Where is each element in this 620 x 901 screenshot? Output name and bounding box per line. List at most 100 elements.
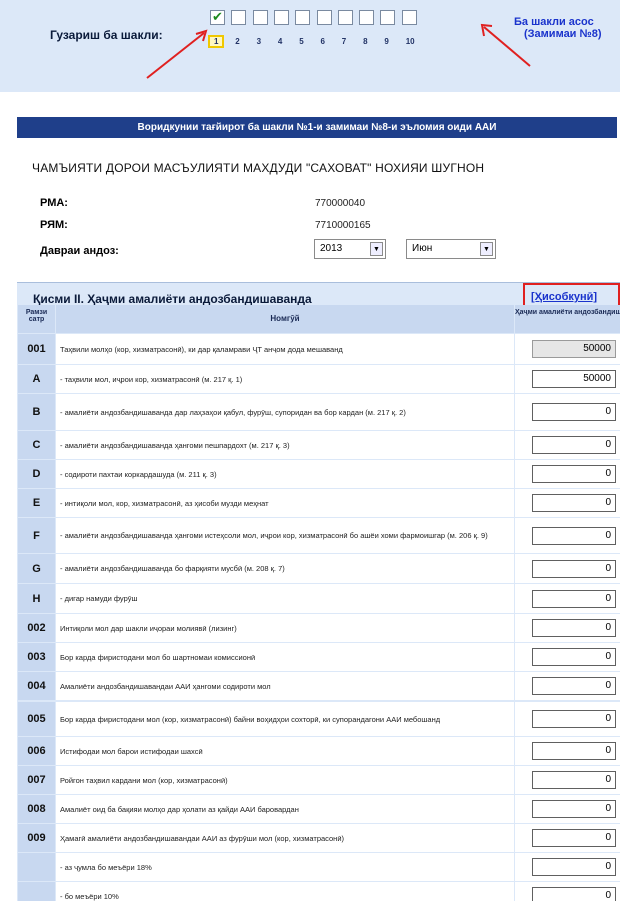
row-value-input[interactable]: 0	[532, 436, 616, 454]
row-value-input[interactable]: 0	[532, 527, 616, 545]
month-select[interactable]: Июн ▼	[406, 239, 496, 259]
table-row: 002 Интиқоли мол дар шакли иҷораи молиявӣ…	[18, 614, 620, 642]
row-name: Амалиёти андозбандишавандаи ААИ ҳангоми …	[56, 672, 514, 700]
row-value-input[interactable]: 0	[532, 403, 616, 421]
table-row: 009 Ҳамагӣ амалиёти андозбандишавандаи АА…	[18, 824, 620, 852]
form-nav-label: Гузариш ба шакли:	[50, 28, 163, 42]
row-name: - содироти пахтаи коркардашуда (м. 211 қ…	[56, 460, 514, 488]
page-checkbox-6[interactable]	[316, 10, 332, 25]
row-value-cell: 0	[515, 460, 620, 488]
row-value-input[interactable]: 0	[532, 742, 616, 760]
row-name: Интиқоли мол дар шакли иҷораи молиявӣ (л…	[56, 614, 514, 642]
page-number-8[interactable]: 8	[363, 37, 367, 46]
row-value-input[interactable]: 50000	[532, 370, 616, 388]
row-code: D	[18, 460, 55, 488]
page-checkbox-4[interactable]	[273, 10, 289, 25]
row-value-cell: 0	[515, 554, 620, 583]
row-value-cell: 0	[515, 518, 620, 553]
row-value-input[interactable]: 0	[532, 619, 616, 637]
row-value-cell: 0	[515, 584, 620, 613]
row-code: H	[18, 584, 55, 613]
row-value-input[interactable]: 0	[532, 771, 616, 789]
page-checkbox-9[interactable]	[380, 10, 396, 25]
table-row: 001 Таҳвили молҳо (кор, хизматрасонӣ), ки…	[18, 334, 620, 364]
table-row: F- амалиёти андозбандишаванда ҳангоми ис…	[18, 518, 620, 553]
row-value-cell: 0	[515, 614, 620, 642]
row-name: - интиқоли мол, кор, хизматрасонӣ, аз ҳи…	[56, 489, 514, 517]
row-value-input[interactable]: 0	[532, 494, 616, 512]
month-select-value: Июн	[412, 243, 433, 254]
row-code	[18, 853, 55, 881]
calculate-button-label[interactable]: [Ҳисобкунӣ]	[531, 291, 597, 303]
table-row: 005 Бор карда фиристодани мол (кор, хизма…	[18, 702, 620, 736]
company-name: ЧАМЪИЯТИ ДОРОИ МАСЪУЛИЯТИ МАХДУДИ "САХОВ…	[32, 161, 485, 175]
rya-value: 7710000165	[315, 220, 371, 231]
row-code: F	[18, 518, 55, 553]
row-value-input[interactable]: 0	[532, 858, 616, 876]
table-row: 008 Амалиёт оид ба бақияи молҳо дар ҳолат…	[18, 795, 620, 823]
page-number-5[interactable]: 5	[299, 37, 303, 46]
main-form-link-line2[interactable]: (Замимаи №8)	[514, 28, 602, 40]
page-number-4[interactable]: 4	[278, 37, 282, 46]
row-code: 002	[18, 614, 55, 642]
page-number-2[interactable]: 2	[235, 37, 239, 46]
table-row: D- содироти пахтаи коркардашуда (м. 211 …	[18, 460, 620, 488]
row-name: - таҳвили мол, иҷрои кор, хизматрасонӣ (…	[56, 365, 514, 393]
chevron-down-icon[interactable]: ▼	[370, 242, 383, 256]
row-value-cell: 50000	[515, 334, 620, 364]
page-number-7[interactable]: 7	[342, 37, 346, 46]
table-row: C- амалиёти андозбандишаванда ҳангоми пе…	[18, 431, 620, 459]
row-value-input[interactable]: 0	[532, 829, 616, 847]
row-value-input[interactable]: 0	[532, 800, 616, 818]
row-value-cell: 0	[515, 737, 620, 765]
row-value-cell: 0	[515, 702, 620, 736]
page-number-10[interactable]: 10	[406, 37, 415, 46]
year-select[interactable]: 2013 ▼	[314, 239, 386, 259]
table-row: G- амалиёти андозбандишаванда бо фарқият…	[18, 554, 620, 583]
page-checkbox-3[interactable]	[252, 10, 268, 25]
row-value-input[interactable]: 0	[532, 465, 616, 483]
page-checkbox-2[interactable]	[231, 10, 247, 25]
page-checkbox-8[interactable]	[359, 10, 375, 25]
row-name: - амалиёти андозбандишаванда ҳангоми пеш…	[56, 431, 514, 459]
page-checkbox-5[interactable]	[295, 10, 311, 25]
top-navigation-band: Гузариш ба шакли: 1 2 3 4 5 6 7 8 9 10 Ба шакли а…	[0, 0, 620, 92]
row-value-input[interactable]: 0	[532, 710, 616, 728]
row-code	[18, 882, 55, 901]
row-value-cell: 0	[515, 853, 620, 881]
table-row: 003 Бор карда фиристодани мол бо шартнома…	[18, 643, 620, 671]
main-form-link[interactable]: Ба шакли асос (Замимаи №8)	[514, 16, 602, 40]
table-row: 006 Истифодаи мол барои истифодаи шахсӣ 0	[18, 737, 620, 765]
row-code: 003	[18, 643, 55, 671]
period-label: Даврaи андоз:	[40, 245, 119, 257]
row-value-cell: 0	[515, 795, 620, 823]
row-value-input[interactable]: 0	[532, 560, 616, 578]
row-name: - бо меъёри 10%	[56, 882, 514, 901]
row-value-cell: 0	[515, 824, 620, 852]
row-code: A	[18, 365, 55, 393]
table-row: 007 Ройгон таҳвил кардани мол (кор, хизма…	[18, 766, 620, 794]
row-name: Истифодаи мол барои истифодаи шахсӣ	[56, 737, 514, 765]
row-value-input[interactable]: 0	[532, 648, 616, 666]
row-name: Ройгон таҳвил кардани мол (кор, хизматра…	[56, 766, 514, 794]
table-row: B- амалиёти андозбандишаванда дар лаҳзаҳ…	[18, 394, 620, 430]
page-checkbox-1[interactable]	[210, 9, 225, 25]
page-number-3[interactable]: 3	[257, 37, 261, 46]
row-value-cell: 0	[515, 643, 620, 671]
main-form-link-line1[interactable]: Ба шакли асос	[514, 16, 594, 28]
page-checkbox-10[interactable]	[401, 10, 417, 25]
chevron-down-icon[interactable]: ▼	[480, 242, 493, 256]
row-code: 006	[18, 737, 55, 765]
row-value-input: 50000	[532, 340, 616, 358]
page-number-6[interactable]: 6	[321, 37, 325, 46]
row-name: Бор карда фиристодани мол (кор, хизматра…	[56, 702, 514, 736]
row-value-cell: 0	[515, 489, 620, 517]
page-number-1[interactable]: 1	[208, 35, 225, 48]
column-header-value: Ҳаҷми амалиёти андозбандишаванда	[515, 305, 620, 333]
row-value-input[interactable]: 0	[532, 887, 616, 901]
row-value-input[interactable]: 0	[532, 677, 616, 695]
page-number-9[interactable]: 9	[384, 37, 388, 46]
row-value-input[interactable]: 0	[532, 590, 616, 608]
page-checkbox-7[interactable]	[337, 10, 353, 25]
row-code: 008	[18, 795, 55, 823]
